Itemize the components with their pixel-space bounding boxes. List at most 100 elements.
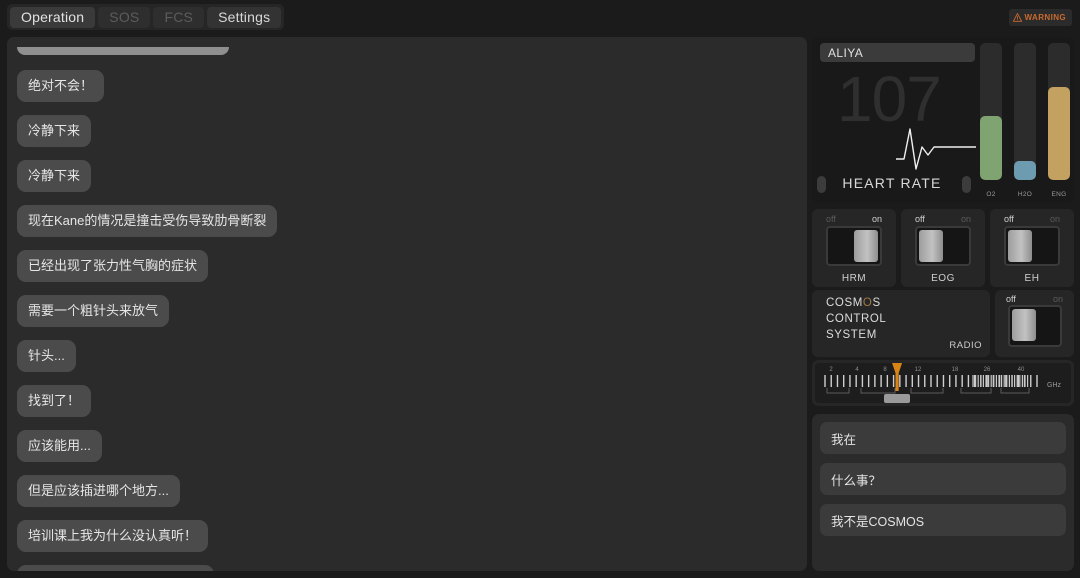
- gauge-fill: [1014, 160, 1036, 180]
- gauge-label: O2: [986, 191, 996, 198]
- chat-bubble: 现在Kane的情况是撞击受伤导致肋骨断裂: [17, 205, 278, 237]
- chat-panel[interactable]: 绝对不会！ 冷静下来 冷静下来现在Kane的情况是撞击受伤导致肋骨断裂 已经出现了张力…: [7, 37, 807, 571]
- switch-body[interactable]: [915, 226, 971, 266]
- prev-vital-button[interactable]: [817, 176, 826, 193]
- gauge-track: [980, 43, 1002, 180]
- radio-switch-labels: off on: [995, 294, 1074, 304]
- vitals-card: ALIYA 107 HEART RATE O2 H2O ENG: [812, 37, 1074, 203]
- switch-hrm[interactable]: off on HRM: [812, 209, 896, 287]
- radio-off-label: off: [1006, 294, 1016, 304]
- chat-row: 需要一个粗针头来放气: [17, 295, 797, 340]
- radio-switch-knob[interactable]: [1011, 309, 1036, 341]
- resource-gauges: O2 H2O ENG: [980, 43, 1070, 198]
- reply-option[interactable]: 我不是COSMOS: [820, 504, 1066, 536]
- frequency-dial[interactable]: 2 4 8 12 18 26 40 GHz: [812, 360, 1074, 406]
- gauge-eng: ENG: [1048, 43, 1070, 198]
- sensor-switch-row: off on HRM off on EOG off on EH: [812, 209, 1074, 287]
- chat-message-list[interactable]: 绝对不会！ 冷静下来 冷静下来现在Kane的情况是撞击受伤导致肋骨断裂 已经出现了张力…: [17, 47, 797, 571]
- cosmos-line-2: CONTROL: [826, 313, 887, 325]
- radio-toggle-switch[interactable]: off on: [995, 290, 1074, 357]
- frequency-unit-label: GHz: [1047, 382, 1062, 389]
- chat-bubble: 培训课上我为什么没认真听！: [17, 520, 209, 552]
- switch-off-label: off: [915, 214, 925, 224]
- switch-eog[interactable]: off on EOG: [901, 209, 985, 287]
- reply-option[interactable]: 什么事？: [820, 463, 1066, 495]
- radio-label: RADIO: [949, 340, 982, 351]
- frequency-tick-label: 26: [984, 367, 991, 373]
- switch-state-labels: off on: [990, 214, 1074, 224]
- chat-bubble: 但是应该插进哪个地方...: [17, 475, 180, 507]
- chat-row: [17, 47, 797, 55]
- chat-row: 应该能用...: [17, 430, 797, 475]
- tab-operation[interactable]: Operation: [10, 6, 96, 28]
- chat-bubble: 需要一个粗针头来放气: [17, 295, 170, 327]
- next-vital-button[interactable]: [962, 176, 971, 193]
- chat-bubble: 针头...: [17, 340, 76, 372]
- tab-settings[interactable]: Settings: [207, 6, 282, 28]
- switch-knob[interactable]: [1008, 230, 1032, 262]
- tab-strip: Operation SOS FCS Settings: [7, 4, 285, 30]
- gauge-label: ENG: [1051, 191, 1067, 198]
- frequency-tick-label: 12: [915, 367, 922, 373]
- gauge-track: [1048, 43, 1070, 180]
- switch-eh[interactable]: off on EH: [990, 209, 1074, 287]
- reply-option[interactable]: 我在: [820, 422, 1066, 454]
- chat-bubble: 找到了！: [17, 385, 92, 417]
- switch-knob[interactable]: [919, 230, 943, 262]
- gauge-track: [1014, 43, 1036, 180]
- status-badge-warning[interactable]: WARNING: [1008, 9, 1072, 26]
- frequency-slider-handle[interactable]: [883, 394, 910, 403]
- gauge-o2: O2: [980, 43, 1002, 198]
- chat-row: COSMOS，你还没重启好吗？: [17, 565, 797, 571]
- radio-on-label: on: [1052, 294, 1063, 304]
- chat-row: 已经出现了张力性气胸的症状: [17, 250, 797, 295]
- switch-state-labels: off on: [901, 214, 985, 224]
- chat-row: 但是应该插进哪个地方...: [17, 475, 797, 520]
- right-column: ALIYA 107 HEART RATE O2 H2O ENG off on HRM of…: [812, 37, 1074, 571]
- chat-row: 培训课上我为什么没认真听！: [17, 520, 797, 565]
- switch-off-label: off: [826, 214, 836, 224]
- frequency-tick-label: 18: [952, 367, 959, 373]
- cosmos-row: COSMOS CONTROL SYSTEM RADIO off on: [812, 290, 1074, 357]
- cosmos-line-1: COSMOS: [826, 297, 881, 309]
- gauge-fill: [980, 115, 1002, 180]
- gauge-label: H2O: [1017, 191, 1033, 198]
- radio-switch-body[interactable]: [1007, 305, 1062, 347]
- switch-name-label: EH: [1024, 273, 1040, 284]
- switch-knob[interactable]: [854, 230, 878, 262]
- ecg-waveform-icon: [896, 128, 976, 170]
- switch-name-label: EOG: [931, 273, 955, 284]
- frequency-scale-graphic: 2 4 8 12 18 26 40 GHz: [824, 363, 1062, 394]
- switch-on-label: on: [960, 214, 971, 224]
- top-bar: Operation SOS FCS Settings WARNING: [0, 0, 1080, 34]
- warning-label: WARNING: [1024, 13, 1066, 22]
- switch-name-label: HRM: [841, 273, 867, 284]
- chat-bubble: 绝对不会！: [17, 70, 105, 102]
- switch-on-label: on: [871, 214, 882, 224]
- switch-on-label: on: [1049, 214, 1060, 224]
- tab-fcs[interactable]: FCS: [153, 6, 205, 28]
- heart-rate-value: 107: [837, 63, 942, 135]
- chat-row: 冷静下来: [17, 115, 797, 160]
- frequency-tick-label: 40: [1018, 367, 1025, 373]
- crew-name-field[interactable]: ALIYA: [820, 43, 975, 62]
- frequency-tick-label: 2: [829, 367, 833, 373]
- switch-body[interactable]: [1004, 226, 1060, 266]
- chat-bubble: COSMOS，你还没重启好吗？: [17, 565, 214, 571]
- cosmos-control-system-card: COSMOS CONTROL SYSTEM RADIO: [812, 290, 990, 357]
- chat-bubble-clipped: [17, 47, 229, 55]
- frequency-scale[interactable]: 2 4 8 12 18 26 40 GHz: [815, 363, 1071, 403]
- tab-sos[interactable]: SOS: [98, 6, 151, 28]
- chat-bubble: 应该能用...: [17, 430, 102, 462]
- heart-rate-label: HEART RATE: [842, 175, 942, 191]
- chat-bubble: 已经出现了张力性气胸的症状: [17, 250, 209, 282]
- chat-row: 找到了！: [17, 385, 797, 430]
- chat-row: 绝对不会！: [17, 70, 797, 115]
- frequency-tick-label: 4: [855, 367, 859, 373]
- chat-bubble: 冷静下来: [17, 160, 92, 192]
- gauge-h2o: H2O: [1014, 43, 1036, 198]
- reply-options-panel: 我在什么事？ 我不是COSMOS: [812, 414, 1074, 571]
- switch-body[interactable]: [826, 226, 882, 266]
- chat-row: 冷静下来: [17, 160, 797, 205]
- chat-row: 针头...: [17, 340, 797, 385]
